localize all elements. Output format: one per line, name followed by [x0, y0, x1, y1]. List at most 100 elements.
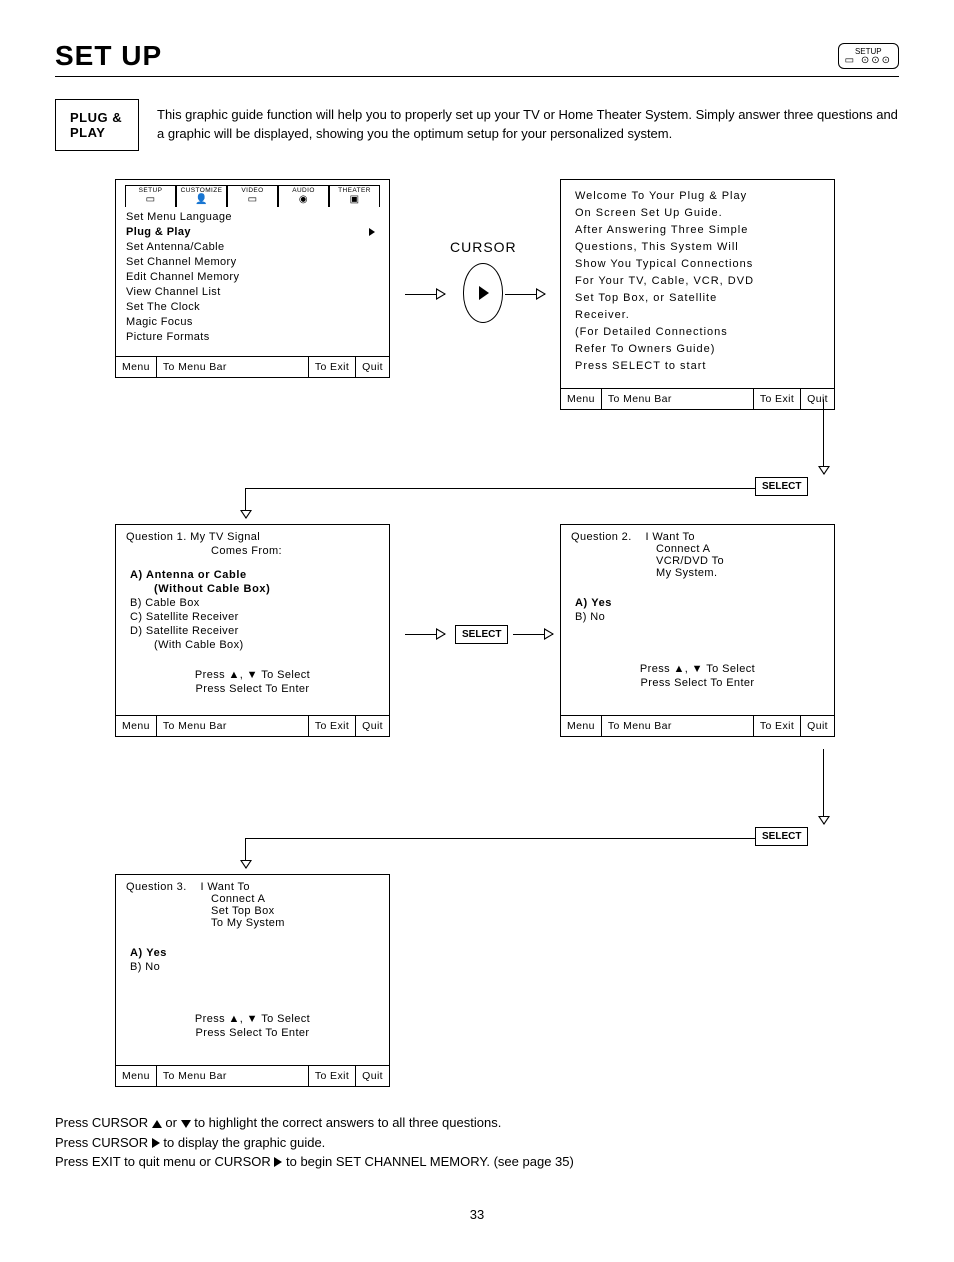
hint-line: Press Select To Enter — [126, 683, 379, 695]
q3-sub: Set Top Box — [211, 905, 379, 917]
welcome-line: Refer To Owners Guide) — [575, 341, 820, 358]
hint-line: Press ▲, ▼ To Select — [571, 663, 824, 675]
flow-arrow — [405, 634, 445, 635]
page-title: SET UP — [55, 40, 162, 72]
menu-item: Picture Formats — [126, 331, 379, 343]
note-text: Press CURSOR — [55, 1115, 152, 1130]
hint-line: Press ▲, ▼ To Select — [126, 669, 379, 681]
panel-setup-menu: SETUP▭ CUSTOMIZE👤 VIDEO▭ AUDIO◉ THEATER▣… — [115, 179, 390, 378]
q1-sub: Comes From: — [211, 545, 379, 557]
select-badge: SELECT — [455, 625, 508, 644]
panel-question-1: Question 1. My TV Signal Comes From: A) … — [115, 524, 390, 737]
tab-video: VIDEO▭ — [227, 185, 278, 207]
footer-instructions: Press CURSOR or to highlight the correct… — [55, 1113, 899, 1172]
plug-play-badge: PLUG & PLAY — [55, 99, 139, 151]
note-text: Press EXIT to quit menu or CURSOR — [55, 1154, 274, 1169]
hint-line: Press Select To Enter — [126, 1027, 379, 1039]
flow-arrow-down — [823, 399, 824, 474]
q3-title: Question 3. I Want To — [126, 881, 379, 893]
menu-item: Edit Channel Memory — [126, 271, 379, 283]
flow-arrow-down — [245, 488, 246, 518]
welcome-line: Questions, This System Will — [575, 239, 820, 256]
hint-line: Press Select To Enter — [571, 677, 824, 689]
panel-question-3: Question 3. I Want To Connect A Set Top … — [115, 874, 390, 1087]
menu-item: Set The Clock — [126, 301, 379, 313]
hint-line: Press ▲, ▼ To Select — [126, 1013, 379, 1025]
flow-diagram: SETUP▭ CUSTOMIZE👤 VIDEO▭ AUDIO◉ THEATER▣… — [55, 179, 899, 1189]
q1-opt-a: A) Antenna or Cable — [130, 569, 379, 581]
panel-footer: Menu To Menu Bar To Exit Quit — [116, 715, 389, 736]
footer-quit: Quit — [356, 1066, 389, 1086]
q2-sub: Connect A — [656, 543, 824, 555]
footer-quit: Quit — [801, 716, 834, 736]
menu-item: Set Menu Language — [126, 211, 379, 223]
arrow-right-icon — [369, 228, 375, 236]
tab-audio: AUDIO◉ — [278, 185, 329, 207]
welcome-line: (For Detailed Connections — [575, 324, 820, 341]
cursor-indicator: CURSOR — [450, 239, 517, 328]
note-text: to display the graphic guide. — [160, 1135, 326, 1150]
title-rule — [55, 76, 899, 77]
footer-menu: Menu — [561, 389, 602, 409]
menu-item: Set Antenna/Cable — [126, 241, 379, 253]
welcome-line: Show You Typical Connections — [575, 256, 820, 273]
q2-opt-b: B) No — [575, 611, 824, 623]
panel-footer: Menu To Menu Bar To Exit Quit — [561, 388, 834, 409]
select-badge: SELECT — [755, 827, 808, 846]
footer-to-menu-bar: To Menu Bar — [602, 716, 678, 736]
footer-to-exit: To Exit — [308, 357, 356, 377]
q1-opt-d: D) Satellite Receiver — [130, 625, 379, 637]
footer-menu: Menu — [116, 357, 157, 377]
footer-to-menu-bar: To Menu Bar — [157, 716, 233, 736]
menu-item: Magic Focus — [126, 316, 379, 328]
setup-corner-dots: ▭ ⊙⊙⊙ — [845, 56, 892, 66]
footer-to-exit: To Exit — [753, 716, 801, 736]
flow-arrow-down — [245, 838, 246, 868]
footer-to-exit: To Exit — [308, 1066, 356, 1086]
welcome-line: Welcome To Your Plug & Play — [575, 188, 820, 205]
q3-sub: To My System — [211, 917, 379, 929]
panel-footer: Menu To Menu Bar To Exit Quit — [561, 715, 834, 736]
menu-item: View Channel List — [126, 286, 379, 298]
cursor-oval-icon — [463, 263, 503, 323]
note-text: to highlight the correct answers to all … — [191, 1115, 502, 1130]
up-arrow-icon — [152, 1120, 162, 1128]
q2-title: Question 2. I Want To — [571, 531, 824, 543]
q2-sub: My System. — [656, 567, 824, 579]
panel-question-2: Question 2. I Want To Connect A VCR/DVD … — [560, 524, 835, 737]
footer-to-exit: To Exit — [753, 389, 801, 409]
q1-title: Question 1. My TV Signal — [126, 531, 379, 543]
tab-theater: THEATER▣ — [329, 185, 380, 207]
footer-quit: Quit — [356, 357, 389, 377]
flow-arrow-down — [823, 749, 824, 824]
down-arrow-icon — [181, 1120, 191, 1128]
footer-quit: Quit — [801, 389, 834, 409]
welcome-line: For Your TV, Cable, VCR, DVD — [575, 273, 820, 290]
select-badge: SELECT — [755, 477, 808, 496]
footer-menu: Menu — [561, 716, 602, 736]
setup-corner-icon: SETUP ▭ ⊙⊙⊙ — [838, 43, 899, 69]
flow-line — [245, 488, 755, 489]
q1-opt-d-sub: (With Cable Box) — [154, 639, 379, 651]
welcome-line: Press SELECT to start — [575, 358, 820, 375]
panel-footer: Menu To Menu Bar To Exit Quit — [116, 356, 389, 377]
q1-opt-a-sub: (Without Cable Box) — [154, 583, 379, 595]
welcome-line: On Screen Set Up Guide. — [575, 205, 820, 222]
q3-opt-b: B) No — [130, 961, 379, 973]
footer-to-menu-bar: To Menu Bar — [602, 389, 678, 409]
q1-opt-b: B) Cable Box — [130, 597, 379, 609]
flow-arrow — [513, 634, 553, 635]
welcome-line: After Answering Three Simple — [575, 222, 820, 239]
footer-to-exit: To Exit — [308, 716, 356, 736]
menu-item-selected: Plug & Play — [126, 226, 379, 238]
footer-quit: Quit — [356, 716, 389, 736]
panel-welcome: Welcome To Your Plug & Play On Screen Se… — [560, 179, 835, 410]
cursor-label: CURSOR — [450, 239, 517, 255]
footer-menu: Menu — [116, 1066, 157, 1086]
note-text: to begin SET CHANNEL MEMORY. (see page 3… — [282, 1154, 573, 1169]
q2-sub: VCR/DVD To — [656, 555, 824, 567]
footer-menu: Menu — [116, 716, 157, 736]
welcome-line: Receiver. — [575, 307, 820, 324]
page-number: 33 — [55, 1207, 899, 1222]
flow-line — [245, 838, 755, 839]
